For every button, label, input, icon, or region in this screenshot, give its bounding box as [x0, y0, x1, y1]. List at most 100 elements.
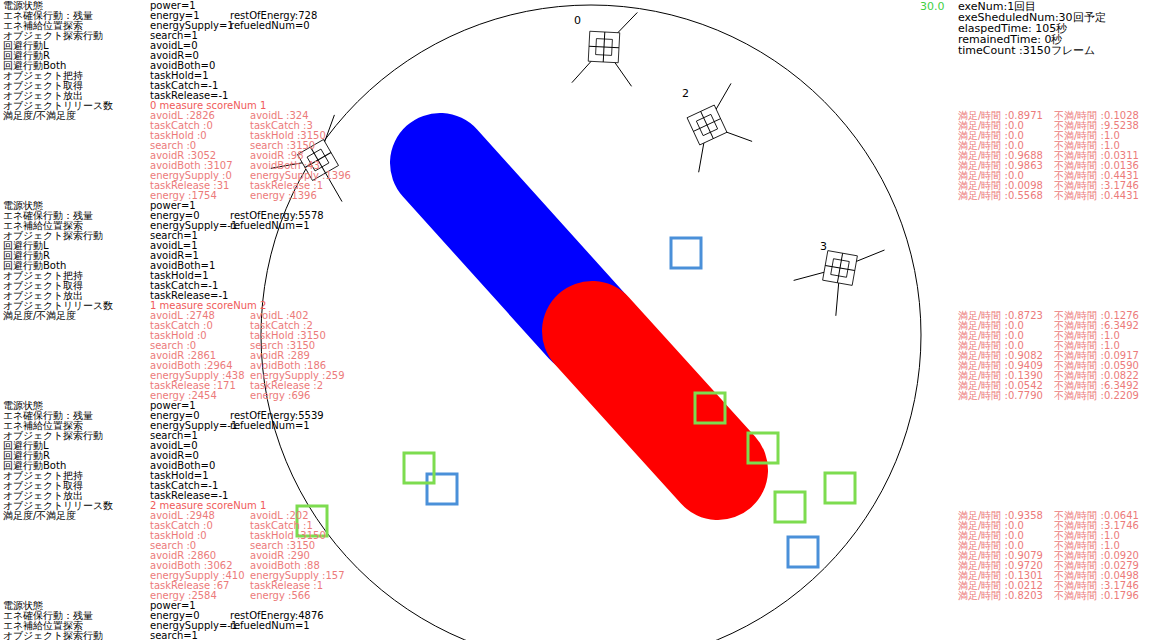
- satisfaction-row: taskHold :0taskHold :3150: [3, 131, 351, 141]
- satisfaction-label: [3, 141, 150, 151]
- robot: 0: [572, 12, 637, 86]
- ratio-row: 満足/時間 :0.0不満/時間 :1.0: [958, 341, 1139, 351]
- release-label: オブジェクトリリース数: [3, 101, 150, 111]
- satisfaction-row: taskRelease :171taskRelease :2: [3, 381, 351, 391]
- status-value: restOfEnergy:4876: [230, 611, 324, 621]
- status-label: オブジェクト把持: [3, 271, 150, 281]
- satisfied-ratio: 満足/時間 :0.9358: [958, 511, 1054, 521]
- run-info-line: elaspedTime: 105秒: [958, 23, 1106, 34]
- status-label: エネ補給位置探索: [3, 621, 150, 631]
- status-row: エネ補給位置探索energySupply=1refueledNum=0: [3, 21, 351, 31]
- satisfaction-label: [3, 151, 150, 161]
- satisfaction-label: [3, 341, 150, 351]
- status-row: オブジェクト探索行動search=1: [3, 631, 351, 640]
- dissatisfied-ratio: 不満/時間 :1.0: [1054, 541, 1120, 551]
- status-value: avoidBoth=0: [150, 61, 230, 71]
- satisfaction-label: 満足度/不満足度: [3, 111, 150, 121]
- satisfaction-label: [3, 591, 150, 601]
- status-value: avoidBoth=0: [150, 461, 230, 471]
- satisfaction-label: [3, 391, 150, 401]
- object: [825, 473, 855, 503]
- satisfaction-row: energySupply :410energySupply :157: [3, 571, 351, 581]
- status-row: エネ補給位置探索energySupply=-1refueledNum=1: [3, 421, 351, 431]
- dissatisfied-ratio: 不満/時間 :0.4431: [1054, 191, 1139, 201]
- status-row: オブジェクト取得taskCatch=-1: [3, 81, 351, 91]
- satisfied-count: taskCatch :0: [150, 121, 250, 131]
- status-label: 回避行動L: [3, 41, 150, 51]
- status-label: 電源状態: [3, 1, 150, 11]
- satisfaction-row: search :0search :3150: [3, 541, 351, 551]
- satisfaction-label: 満足度/不満足度: [3, 311, 150, 321]
- ratio-row: 満足/時間 :0.0不満/時間 :1.0: [958, 531, 1139, 541]
- run-info-line: timeCount :3150フレーム: [958, 45, 1106, 56]
- satisfaction-row: taskCatch :0taskCatch :3: [3, 121, 351, 131]
- satisfied-count: energySupply :0: [150, 171, 250, 181]
- satisfied-ratio: 満足/時間 :0.0: [958, 331, 1054, 341]
- satisfied-count: energy :2454: [150, 391, 250, 401]
- satisfaction-label: [3, 361, 150, 371]
- satisfied-count: avoidR :3052: [150, 151, 250, 161]
- status-value: energySupply=-1: [150, 421, 230, 431]
- status-row: オブジェクト放出taskRelease=-1: [3, 491, 351, 501]
- status-value: avoidL=0: [150, 441, 230, 451]
- satisfaction-label: [3, 541, 150, 551]
- satisfied-count: taskRelease :171: [150, 381, 250, 391]
- status-row: オブジェクト取得taskCatch=-1: [3, 281, 351, 291]
- dissatisfied-ratio: 不満/時間 :3.1746: [1054, 181, 1139, 191]
- satisfied-count: avoidR :2860: [150, 551, 250, 561]
- dissatisfied-count: energy :1396: [250, 191, 317, 201]
- status-value: refueledNum=0: [230, 21, 310, 31]
- ratio-row: 満足/時間 :0.0不満/時間 :0.4431: [958, 171, 1139, 181]
- status-row: エネ補給位置探索energySupply=-1refueledNum=1: [3, 621, 351, 631]
- satisfied-ratio: 満足/時間 :0.0: [958, 521, 1054, 531]
- status-row: 回避行動RavoidR=1: [3, 251, 351, 261]
- status-label: オブジェクト放出: [3, 491, 150, 501]
- status-value: energy=0: [150, 611, 230, 621]
- status-value: refueledNum=1: [230, 621, 310, 631]
- satisfied-count: avoidBoth :3062: [150, 561, 250, 571]
- status-row: 回避行動RavoidR=0: [3, 51, 351, 61]
- robot-label: 0: [574, 14, 581, 27]
- ratio-row: 満足/時間 :0.0不満/時間 :1.0: [958, 141, 1139, 151]
- status-row: 回避行動LavoidL=0: [3, 41, 351, 51]
- status-value: taskCatch=-1: [150, 81, 230, 91]
- run-info-line: exeSheduledNum:30回予定: [958, 12, 1106, 23]
- satisfaction-row: energySupply :0energySupply :1396: [3, 171, 351, 181]
- satisfied-ratio: 満足/時間 :0.0542: [958, 381, 1054, 391]
- status-row: エネ確保行動：残量energy=0restOfEnergy:5578: [3, 211, 351, 221]
- dissatisfied-ratio: 不満/時間 :0.0590: [1054, 361, 1139, 371]
- robot-status: 電源状態power=1エネ確保行動：残量energy=1restOfEnergy…: [3, 1, 351, 201]
- status-value: energySupply=-1: [150, 221, 230, 231]
- ratio-row: 満足/時間 :0.0不満/時間 :6.3492: [958, 321, 1139, 331]
- release-row: オブジェクトリリース数0 measure scoreNum 1: [3, 101, 351, 111]
- ratio-row: 満足/時間 :0.9358不満/時間 :0.0641: [958, 511, 1139, 521]
- satisfaction-label: [3, 181, 150, 191]
- ratio-row: 満足/時間 :0.1301不満/時間 :0.0498: [958, 571, 1139, 581]
- satisfied-count: avoidL :2826: [150, 111, 250, 121]
- dissatisfied-count: energy :566: [250, 591, 310, 601]
- status-label: 回避行動R: [3, 251, 150, 261]
- object: [788, 537, 818, 567]
- status-value: search=1: [150, 631, 230, 640]
- dissatisfied-ratio: 不満/時間 :0.2209: [1054, 391, 1139, 401]
- status-value: search=1: [150, 431, 230, 441]
- ratio-row: 満足/時間 :0.0不満/時間 :3.1746: [958, 521, 1139, 531]
- dissatisfied-count: avoidBoth :43: [250, 161, 320, 171]
- dissatisfied-ratio: 不満/時間 :1.0: [1054, 141, 1120, 151]
- release-label: オブジェクトリリース数: [3, 501, 150, 511]
- status-row: 回避行動LavoidL=0: [3, 441, 351, 451]
- satisfaction-label: [3, 131, 150, 141]
- status-row: オブジェクト探索行動search=1: [3, 431, 351, 441]
- status-row: 電源状態power=1: [3, 1, 351, 11]
- dissatisfied-count: taskCatch :3: [250, 121, 313, 131]
- satisfied-ratio: 満足/時間 :0.9688: [958, 151, 1054, 161]
- status-row: エネ補給位置探索energySupply=-1refueledNum=1: [3, 221, 351, 231]
- ratio-row: 満足/時間 :0.0不満/時間 :1.0: [958, 131, 1139, 141]
- ratio-row: 満足/時間 :0.0212不満/時間 :3.1746: [958, 581, 1139, 591]
- object: [671, 238, 701, 268]
- ratio-row: 満足/時間 :0.1390不満/時間 :0.0822: [958, 371, 1139, 381]
- release-value: 1 measure scoreNum 2: [150, 301, 266, 311]
- ratio-row: 満足/時間 :0.0不満/時間 :1.0: [958, 331, 1139, 341]
- satisfaction-row: taskHold :0taskHold :3150: [3, 531, 351, 541]
- satisfied-ratio: 満足/時間 :0.0: [958, 531, 1054, 541]
